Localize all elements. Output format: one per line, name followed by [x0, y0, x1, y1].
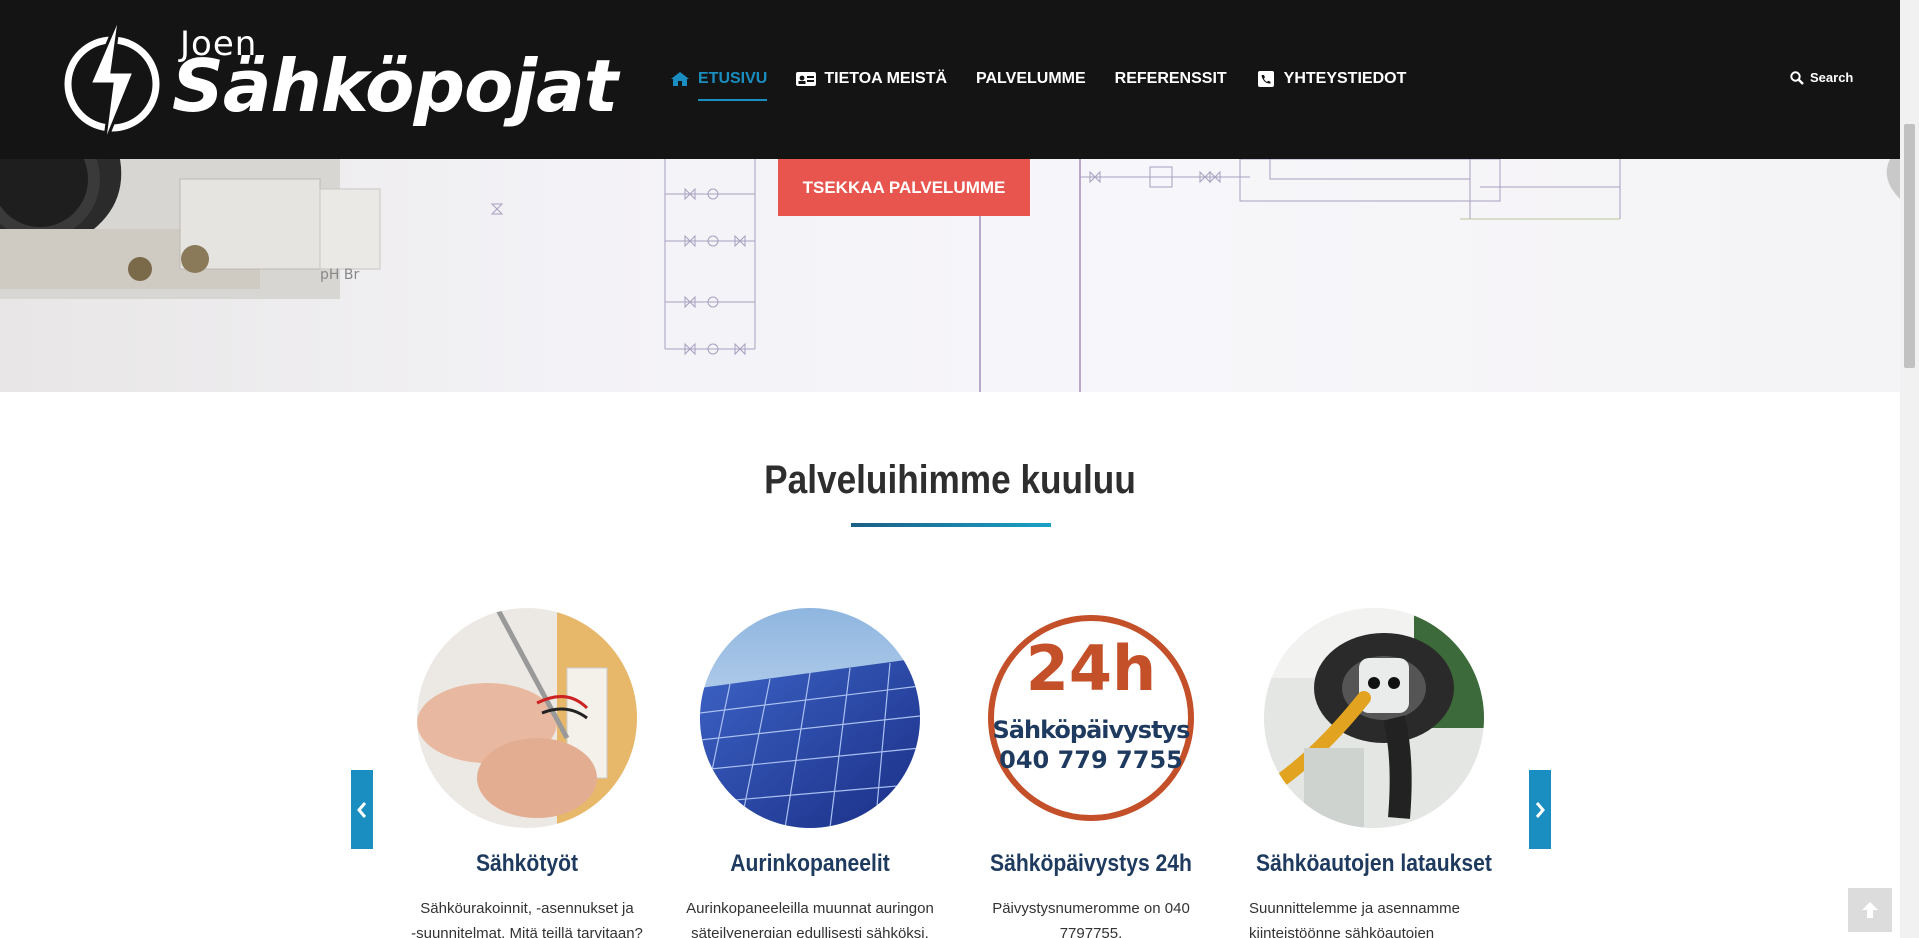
- service-title[interactable]: Sähkötyöt: [408, 850, 646, 878]
- service-description: Sähköurakoinnit, -asennukset ja -suunnite…: [411, 900, 643, 938]
- nav-item-tietoa-meista[interactable]: TIETOA MEISTÄ: [796, 67, 947, 91]
- chevron-left-icon: [357, 801, 367, 818]
- svg-text:pH Br: pH Br: [320, 267, 359, 283]
- page-scrollbar[interactable]: [1900, 0, 1919, 938]
- service-description: Suunnittelemme ja asennamme kiinteistöönn…: [1249, 900, 1460, 938]
- arrow-up-icon: [1862, 902, 1878, 918]
- site-header: Joen Sähköpojat ETUSIVU TIETOA MEISTÄ PA…: [0, 0, 1900, 159]
- service-image-24h-badge: 24h Sähköpäivystys 040 779 7755: [981, 608, 1201, 828]
- nav-label: REFERENSSIT: [1114, 70, 1227, 87]
- hero-banner: pH Br TSEKKAA PALVELUMME: [0, 159, 1900, 392]
- badge-title: Sähköpäivystys: [992, 716, 1191, 744]
- nav-label: TIETOA MEISTÄ: [824, 70, 948, 87]
- search-button[interactable]: Search: [1790, 70, 1853, 85]
- home-icon: [671, 72, 689, 86]
- service-title[interactable]: Sähköautojen lataukset: [1255, 850, 1493, 878]
- carousel-next-button[interactable]: [1529, 770, 1551, 849]
- id-card-icon: [796, 72, 817, 86]
- site-logo[interactable]: Joen Sähköpojat: [60, 10, 620, 150]
- main-nav: ETUSIVU TIETOA MEISTÄ PALVELUMME REFEREN…: [670, 67, 1435, 101]
- scrollbar-thumb[interactable]: [1904, 124, 1915, 368]
- logo-text-large: Sähköpojat: [172, 44, 618, 128]
- service-card-sahkotyot[interactable]: Sähkötyöt Sähköurakoinnit, -asennukset j…: [392, 608, 662, 938]
- nav-item-referenssit[interactable]: REFERENSSIT: [1115, 67, 1227, 91]
- service-card-sahkoautojen-lataukset[interactable]: Sähköautojen lataukset Suunnittelemme ja…: [1239, 608, 1509, 938]
- carousel-prev-button[interactable]: [351, 770, 373, 849]
- nav-label: PALVELUMME: [976, 70, 1086, 87]
- section-title: Palveluihimme kuuluu: [764, 458, 1136, 502]
- service-title[interactable]: Sähköpäivystys 24h: [972, 850, 1210, 878]
- chevron-right-icon: [1535, 801, 1545, 818]
- services-cta-button[interactable]: TSEKKAA PALVELUMME: [778, 159, 1030, 216]
- lightning-bolt-icon: [64, 14, 160, 146]
- nav-label: YHTEYSTIEDOT: [1283, 70, 1407, 87]
- phone-square-icon: [1257, 71, 1274, 87]
- service-image-solar-panels: [700, 608, 920, 828]
- nav-item-yhteystiedot[interactable]: YHTEYSTIEDOT: [1256, 67, 1407, 91]
- service-card-aurinkopaneelit[interactable]: Aurinkopaneelit Aurinkopaneeleilla muunn…: [675, 608, 945, 938]
- badge-24h: 24h: [1025, 632, 1157, 705]
- service-image-ev-charger: [1264, 608, 1484, 828]
- badge-phone: 040 779 7755: [999, 746, 1183, 774]
- service-description: Aurinkopaneeleilla muunnat auringon sätei…: [686, 900, 934, 938]
- service-card-sahkopaivystys[interactable]: 24h Sähköpäivystys 040 779 7755 Sähköpäi…: [956, 608, 1226, 938]
- nav-label: ETUSIVU: [698, 70, 768, 87]
- service-title[interactable]: Aurinkopaneelit: [691, 850, 929, 878]
- search-icon: [1790, 70, 1804, 85]
- service-description: Päivystysnumeromme on 040 7797755.: [992, 900, 1190, 938]
- nav-item-etusivu[interactable]: ETUSIVU: [670, 67, 768, 101]
- service-image-electrician: [417, 608, 637, 828]
- page: Joen Sähköpojat ETUSIVU TIETOA MEISTÄ PA…: [0, 0, 1919, 938]
- title-underline: [851, 523, 1051, 527]
- nav-item-palvelumme[interactable]: PALVELUMME: [976, 67, 1086, 91]
- search-label: Search: [1810, 70, 1854, 85]
- back-to-top-button[interactable]: [1848, 888, 1892, 932]
